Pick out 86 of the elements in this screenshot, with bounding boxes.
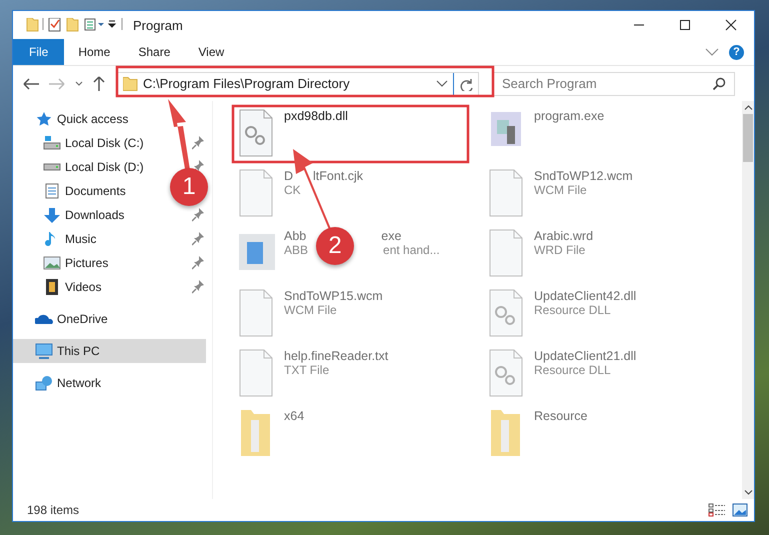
annotation-arrow bbox=[168, 99, 190, 170]
refresh-icon[interactable] bbox=[459, 76, 473, 90]
star-icon bbox=[35, 111, 53, 127]
sidebar-item[interactable]: This PC bbox=[13, 339, 206, 363]
gear-document-icon[interactable] bbox=[239, 109, 275, 157]
details-view-icon[interactable] bbox=[708, 503, 726, 517]
large-icons-view-icon[interactable] bbox=[732, 503, 748, 517]
film-icon bbox=[43, 279, 61, 295]
sidebar-item[interactable]: Network bbox=[57, 376, 102, 390]
file-name[interactable]: program.exe bbox=[534, 109, 604, 123]
file-type: WRD File bbox=[534, 243, 586, 257]
sidebar-item[interactable]: Downloads bbox=[65, 208, 124, 222]
file-name[interactable]: pxd98db.dll bbox=[284, 109, 348, 123]
file-name[interactable]: Abb bbox=[284, 229, 306, 243]
quick-access-toolbar-icon[interactable] bbox=[25, 18, 123, 32]
document-icon[interactable] bbox=[239, 169, 275, 217]
file-name[interactable]: SndToWP15.wcm bbox=[284, 289, 383, 303]
file-name[interactable]: Resource bbox=[534, 409, 588, 423]
file-type: WCM File bbox=[284, 303, 337, 317]
monitor-icon bbox=[35, 343, 53, 359]
scroll-down-icon[interactable] bbox=[744, 490, 752, 495]
file-name[interactable]: D bbox=[284, 169, 294, 183]
sidebar-item[interactable]: Videos bbox=[65, 280, 102, 294]
up-arrow-icon[interactable] bbox=[93, 76, 105, 91]
document-icon[interactable] bbox=[239, 289, 275, 337]
drive-icon bbox=[43, 163, 61, 171]
folder-icon bbox=[123, 76, 138, 90]
chevron-down-icon[interactable] bbox=[705, 48, 719, 56]
file-name[interactable]: x64 bbox=[284, 409, 304, 423]
ribbon-tab[interactable]: View bbox=[184, 39, 238, 65]
file-name[interactable]: Arabic.wrd bbox=[534, 229, 594, 243]
vertical-scrollbar[interactable] bbox=[742, 101, 754, 499]
file-name[interactable]: UpdateClient42.dll bbox=[534, 289, 636, 303]
sidebar-item[interactable]: Documents bbox=[65, 184, 126, 198]
search-icon bbox=[713, 76, 727, 90]
sidebar-item[interactable]: Local Disk (C:) bbox=[65, 136, 144, 150]
minimize-icon[interactable] bbox=[633, 24, 645, 26]
scroll-up-icon[interactable] bbox=[744, 105, 752, 110]
window-title: Program bbox=[133, 18, 183, 32]
sidebar-item[interactable]: Quick access bbox=[57, 112, 128, 126]
drive-icon bbox=[43, 135, 61, 151]
pin-icon[interactable] bbox=[192, 280, 204, 294]
search-field[interactable]: Search Program bbox=[493, 72, 735, 96]
back-arrow-icon[interactable] bbox=[23, 78, 39, 90]
maximize-icon[interactable] bbox=[679, 19, 691, 31]
scroll-thumb[interactable] bbox=[743, 114, 753, 162]
address-path: C:\Program Files\Program Directory bbox=[143, 76, 351, 91]
pin-icon[interactable] bbox=[192, 208, 204, 222]
file-type: ent hand... bbox=[383, 243, 440, 257]
caret-icon[interactable] bbox=[75, 81, 83, 86]
sidebar-item[interactable]: Local Disk (D:) bbox=[65, 160, 144, 174]
file-type: WCM File bbox=[534, 183, 587, 197]
gear-document-icon[interactable] bbox=[489, 349, 525, 397]
help-button[interactable]: ? bbox=[729, 44, 744, 60]
file-name[interactable]: ltFont.cjk bbox=[313, 169, 364, 183]
document-icon[interactable] bbox=[489, 229, 525, 277]
pin-icon[interactable] bbox=[192, 256, 204, 270]
file-type: Resource DLL bbox=[534, 303, 611, 317]
ribbon-tab[interactable]: File bbox=[13, 39, 64, 65]
document-icon[interactable] bbox=[239, 349, 275, 397]
sidebar-item[interactable]: OneDrive bbox=[57, 312, 108, 326]
file-type: CK bbox=[284, 183, 301, 197]
close-icon[interactable] bbox=[725, 19, 737, 31]
pin-icon[interactable] bbox=[192, 232, 204, 246]
file-name[interactable]: SndToWP12.wcm bbox=[534, 169, 633, 183]
file-type: TXT File bbox=[284, 363, 330, 377]
network-icon bbox=[35, 375, 53, 391]
file-type: Resource DLL bbox=[534, 363, 611, 377]
picture-icon bbox=[43, 255, 61, 271]
file-name[interactable]: exe bbox=[381, 229, 402, 243]
ribbon-tab[interactable]: Home bbox=[64, 39, 124, 65]
document-icon[interactable] bbox=[489, 169, 525, 217]
item-count: 198 items bbox=[27, 503, 80, 517]
forward-arrow-icon[interactable] bbox=[49, 78, 65, 90]
document-icon bbox=[43, 183, 61, 199]
down-arrow-icon bbox=[43, 207, 61, 223]
file-type: ABB bbox=[284, 243, 308, 257]
address-bar[interactable]: C:\Program Files\Program Directory bbox=[117, 72, 479, 96]
pin-icon[interactable] bbox=[192, 136, 204, 150]
gear-document-icon[interactable] bbox=[489, 289, 525, 337]
dropdown-caret-icon[interactable] bbox=[436, 80, 448, 87]
file-name[interactable]: UpdateClient21.dll bbox=[534, 349, 636, 363]
ribbon-tab[interactable]: Share bbox=[124, 39, 184, 65]
sidebar-item[interactable]: Music bbox=[65, 232, 96, 246]
sidebar-item[interactable]: Pictures bbox=[65, 256, 108, 270]
file-name[interactable]: help.fineReader.txt bbox=[284, 349, 388, 363]
